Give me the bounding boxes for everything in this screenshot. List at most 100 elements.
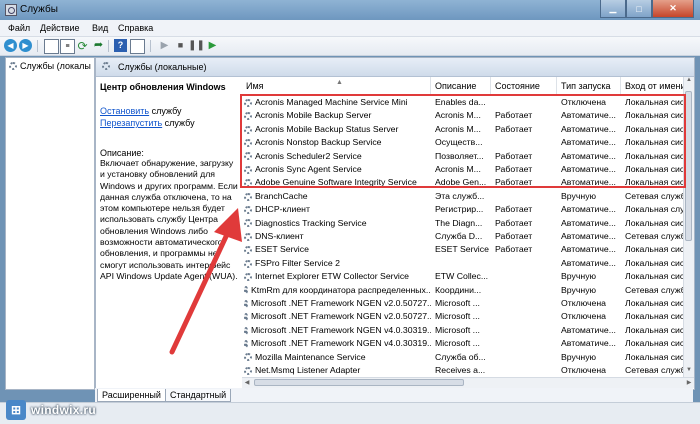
cell-name: Diagnostics Tracking Service (242, 217, 431, 230)
table-row[interactable]: Adobe Genuine Software Integrity Service… (242, 176, 684, 189)
stop-service-icon[interactable]: ■ (174, 39, 187, 52)
cell-startup-type: Автоматиче... (561, 110, 616, 121)
table-row[interactable]: DHCP-клиент Регистрир... Работает Автоматич… (242, 203, 684, 216)
menu-view[interactable]: Вид (92, 23, 108, 33)
service-name: Microsoft .NET Framework NGEN v4.0.30319… (251, 324, 431, 335)
column-header-name[interactable]: ▲ Имя (242, 77, 431, 95)
minimize-button[interactable]: ▁ (600, 0, 626, 18)
table-row[interactable]: Diagnostics Tracking Service The Diagn...… (242, 217, 684, 230)
cell-description: Acronis M... (435, 164, 481, 174)
service-name: Mozilla Maintenance Service (255, 351, 366, 362)
table-row[interactable]: Microsoft .NET Framework NGEN v2.0.50727… (242, 297, 684, 310)
table-row[interactable]: Internet Explorer ETW Collector Service E… (242, 270, 684, 283)
list-view-icon[interactable]: ≡ (60, 39, 75, 54)
service-name: DNS-клиент (255, 231, 304, 241)
column-header-startup-type[interactable]: Тип запуска (557, 77, 621, 95)
cell-logon-as: Локальная сис (625, 351, 684, 362)
menu-help[interactable]: Справка (118, 23, 153, 33)
restart-service-link[interactable]: Перезапустить (100, 118, 162, 128)
cell-logon-as: Сетевая служб (625, 231, 684, 241)
column-header-label: Имя (246, 81, 264, 91)
cell-status: Работает (495, 123, 533, 134)
table-row[interactable]: BranchCache Эта служб... Вручную Сетевая сл… (242, 190, 684, 203)
horizontal-scroll-thumb[interactable] (254, 379, 464, 386)
cell-description: Microsoft ... (435, 324, 480, 335)
cell-description: Microsoft ... (435, 298, 480, 308)
cell-startup-type: Отключена (561, 365, 607, 375)
tab-standard[interactable]: Стандартный (165, 389, 232, 402)
properties-icon[interactable] (130, 39, 145, 54)
status-bar (0, 402, 700, 424)
table-row[interactable]: Acronis Mobile Backup Server Acronis M...… (242, 109, 684, 122)
cell-logon-as: Локальная сис (625, 244, 684, 255)
stop-service-suffix: службу (149, 106, 182, 116)
table-row[interactable]: Acronis Mobile Backup Status Server Acron… (242, 123, 684, 136)
caption-buttons: ▁ □ ✕ (600, 0, 694, 18)
table-row[interactable]: ESET Service ESET Service Работает Автомати… (242, 243, 684, 256)
back-arrow-icon[interactable]: ◀ (4, 39, 17, 52)
restart-service-suffix: службу (162, 118, 195, 128)
close-button[interactable]: ✕ (652, 0, 694, 18)
scroll-left-icon[interactable]: ◀ (242, 378, 252, 388)
table-row[interactable]: Microsoft .NET Framework NGEN v2.0.50727… (242, 310, 684, 323)
table-row[interactable]: FSPro Filter Service 2 Автоматиче... Локал… (242, 257, 684, 270)
cell-name: Acronis Nonstop Backup Service (242, 136, 431, 149)
view-tabs: Расширенный Стандартный (95, 388, 693, 402)
service-name: Acronis Nonstop Backup Service (255, 137, 382, 148)
help-icon[interactable]: ? (114, 39, 127, 52)
table-row[interactable]: DNS-клиент Служба D... Работает Автоматиче.… (242, 230, 684, 243)
menu-action[interactable]: Действие (40, 23, 80, 33)
table-row[interactable]: Acronis Sync Agent Service Acronis M... Ра… (242, 163, 684, 176)
table-row[interactable]: KtmRm для координатора распределенных...… (242, 284, 684, 297)
gear-icon (244, 232, 252, 241)
forward-arrow-icon[interactable]: ▶ (19, 39, 32, 52)
vertical-scroll-thumb[interactable] (685, 91, 692, 241)
gear-icon (244, 313, 248, 322)
service-name: Diagnostics Tracking Service (255, 217, 367, 228)
tab-extended[interactable]: Расширенный (97, 389, 166, 402)
column-header-logon-as[interactable]: Вход от имени (621, 77, 684, 95)
gear-icon (244, 339, 248, 348)
tree-item-services-local[interactable]: Службы (локалы (9, 61, 93, 71)
scroll-up-icon[interactable]: ▲ (684, 77, 694, 87)
refresh-icon[interactable]: ⟳ (76, 39, 89, 52)
column-header-description[interactable]: Описание (431, 77, 491, 95)
title-bar[interactable]: Службы ▁ □ ✕ (0, 0, 700, 20)
table-row[interactable]: Acronis Managed Machine Service Mini Enab… (242, 96, 684, 109)
cell-logon-as: Сетевая служб (625, 190, 684, 201)
export-list-icon[interactable]: ➦ (92, 39, 105, 52)
cell-logon-as: Локальная сис (625, 298, 684, 308)
gear-icon (244, 326, 248, 335)
windows-logo-icon: ⊞ (6, 400, 26, 420)
vertical-scrollbar[interactable]: ▲ ▼ (683, 77, 694, 377)
scroll-right-icon[interactable]: ▶ (684, 378, 694, 388)
menu-file[interactable]: Файл (8, 23, 30, 33)
start-service-icon[interactable]: ▶ (158, 39, 171, 52)
restart-service-line: Перезапустить службу (100, 118, 195, 128)
service-name: KtmRm для координатора распределенных... (251, 284, 431, 295)
maximize-button[interactable]: □ (626, 0, 652, 18)
gear-icon (244, 125, 252, 134)
service-name: Microsoft .NET Framework NGEN v2.0.50727… (251, 298, 431, 308)
restart-service-icon[interactable]: ▶ (206, 39, 219, 52)
column-header-status[interactable]: Состояние (491, 77, 557, 95)
stop-service-link[interactable]: Остановить (100, 106, 149, 116)
cell-description: Регистрир... (435, 204, 484, 215)
console-tree-icon[interactable] (44, 39, 59, 54)
table-row[interactable]: Mozilla Maintenance Service Служба об... В… (242, 351, 684, 364)
table-row[interactable]: Microsoft .NET Framework NGEN v4.0.30319… (242, 337, 684, 350)
cell-name: Microsoft .NET Framework NGEN v2.0.50727… (242, 310, 431, 323)
cell-startup-type: Автоматиче... (561, 244, 616, 255)
table-row[interactable]: Acronis Scheduler2 Service Позволяет... Ра… (242, 150, 684, 163)
pause-service-icon[interactable]: ❚❚ (188, 39, 205, 52)
table-row[interactable]: Net.Msmq Listener Adapter Receives a... От… (242, 364, 684, 377)
service-name: FSPro Filter Service 2 (255, 257, 340, 268)
service-name: Acronis Managed Machine Service Mini (255, 97, 408, 107)
scroll-down-icon[interactable]: ▼ (684, 367, 694, 377)
service-name: Acronis Mobile Backup Server (255, 110, 372, 121)
table-row[interactable]: Acronis Nonstop Backup Service Осуществ..… (242, 136, 684, 149)
cell-description: Enables da... (435, 97, 486, 107)
horizontal-scrollbar[interactable]: ◀ ▶ (242, 377, 694, 388)
table-row[interactable]: Microsoft .NET Framework NGEN v4.0.30319… (242, 324, 684, 337)
selected-service-title: Центр обновления Windows (100, 82, 226, 92)
